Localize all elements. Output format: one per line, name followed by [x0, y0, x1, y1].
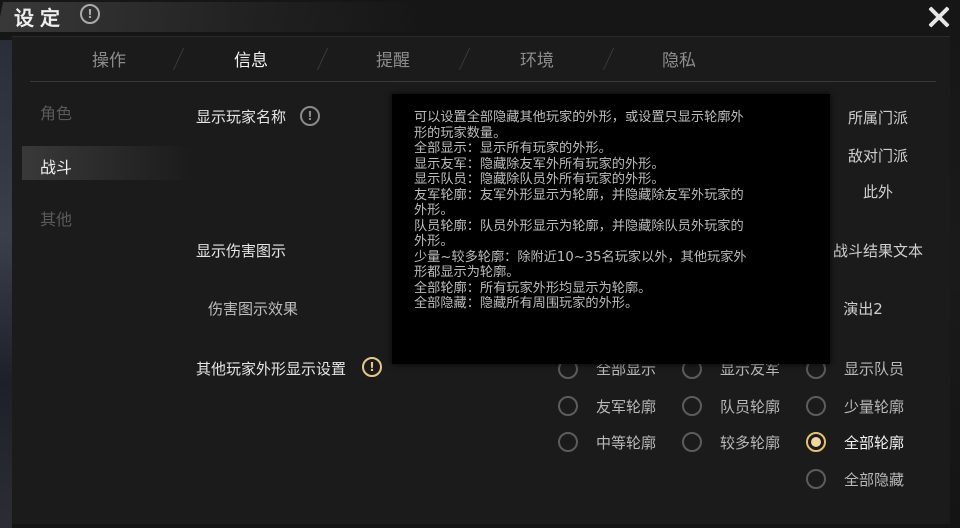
radio-label: 较多轮廓 [720, 434, 781, 452]
tab-separator [172, 48, 185, 70]
tooltip-line: 可以设置全部隐藏其他玩家的外形，或设置只显示轮廓外 [414, 110, 744, 125]
tooltip-line: 全部隐藏：隐藏所有周围玩家的外形。 [414, 296, 639, 311]
radio-all-outline[interactable] [806, 432, 826, 452]
radio-label: 中等轮廓 [596, 434, 657, 452]
tab-separator [458, 48, 471, 70]
tooltip-line: 形都显示为轮廓。 [414, 265, 520, 280]
sidebar-item-other[interactable]: 其他 [40, 206, 72, 230]
radio-many-outline[interactable] [682, 432, 702, 452]
tooltip-line: 全部显示：显示所有玩家的外形。 [414, 141, 612, 156]
radio-label: 全部隐藏 [844, 471, 905, 489]
show-damage-label: 显示伤害图示 [196, 242, 287, 260]
close-icon[interactable] [924, 2, 954, 32]
radio-ally-outline[interactable] [558, 396, 578, 416]
tooltip-line: 显示队员：隐藏除队员外所有玩家的外形。 [414, 172, 665, 187]
help-icon[interactable]: ! [80, 4, 100, 24]
title-bar: 设定 ! [0, 0, 960, 36]
sidebar-item-character[interactable]: 角色 [40, 100, 72, 124]
option-other[interactable]: 此外 [838, 181, 918, 202]
option-own-sect[interactable]: 所属门派 [838, 107, 918, 128]
tooltip-line: 显示友军：隐藏除友军外所有玩家的外形。 [414, 156, 665, 172]
background-art [0, 40, 12, 528]
sidebar-item-combat[interactable]: 战斗 [40, 154, 72, 178]
tooltip-line: 外形。 [414, 203, 454, 218]
tab-info[interactable]: 信息 [206, 46, 296, 71]
info-icon[interactable]: ! [300, 106, 320, 126]
window-title: 设定 [14, 6, 66, 30]
show-player-name-label: 显示玩家名称 [196, 108, 287, 126]
tab-environment[interactable]: 环境 [492, 46, 582, 71]
other-appearance-label: 其他玩家外形显示设置 [196, 360, 347, 378]
tooltip-line: 形的玩家数量。 [414, 125, 507, 141]
radio-few-outline[interactable] [806, 396, 826, 416]
damage-effect-label: 伤害图示效果 [208, 300, 299, 318]
tooltip-line: 外形。 [414, 234, 454, 249]
radio-medium-outline[interactable] [558, 432, 578, 452]
tab-bar: 操作 信息 提醒 环境 隐私 [30, 44, 936, 82]
tab-operation[interactable]: 操作 [64, 46, 154, 71]
tab-separator [316, 48, 329, 70]
option-effect-2[interactable]: 演出2 [828, 298, 898, 319]
tab-privacy[interactable]: 隐私 [634, 46, 724, 71]
radio-label: 少量轮廓 [844, 398, 905, 416]
option-enemy-sect[interactable]: 敌对门派 [838, 145, 918, 166]
info-icon-highlighted[interactable]: ! [362, 357, 382, 377]
radio-label: 队员轮廓 [720, 398, 781, 416]
tooltip-line: 全部轮廓：所有玩家外形均显示为轮廓。 [414, 280, 652, 296]
radio-party-outline[interactable] [682, 396, 702, 416]
option-combat-result-text[interactable]: 战斗结果文本 [828, 240, 928, 261]
tooltip-line: 友军轮廓：友军外形显示为轮廓，并隐藏除友军外玩家的 [414, 187, 744, 203]
tooltip-line: 队员轮廓：队员外形显示为轮廓，并隐藏除队员外玩家的 [414, 218, 744, 234]
radio-label: 友军轮廓 [596, 398, 657, 416]
radio-label: 全部轮廓 [844, 434, 905, 452]
tooltip-line: 少量~较多轮廓：除附近10~35名玩家以外，其他玩家外 [414, 249, 747, 265]
tab-reminder[interactable]: 提醒 [348, 46, 438, 71]
appearance-tooltip: 可以设置全部隐藏其他玩家的外形，或设置只显示轮廓外 形的玩家数量。 全部显示：显… [392, 94, 830, 364]
radio-hide-all[interactable] [806, 469, 826, 489]
tab-separator [602, 48, 615, 70]
radio-label: 显示队员 [844, 360, 905, 378]
